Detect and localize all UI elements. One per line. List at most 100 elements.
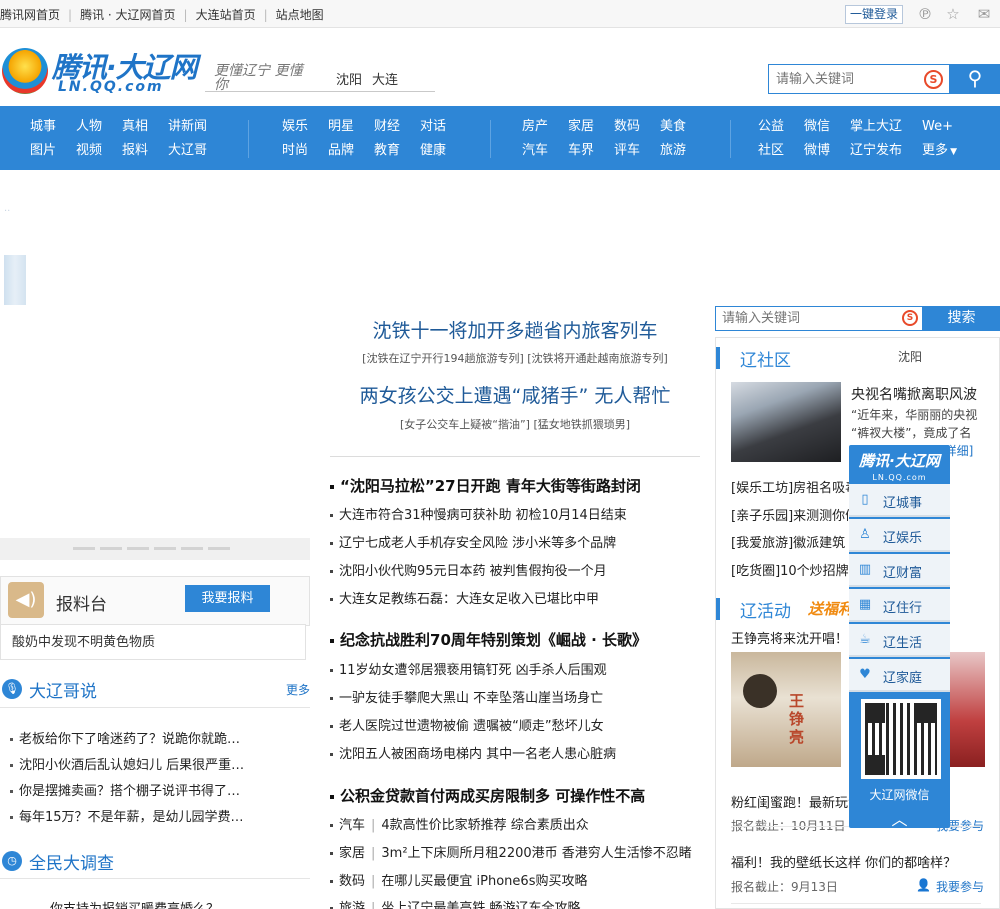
news-item[interactable]: 辽宁七成老人手机存安全风险 涉小米等多个品牌 <box>330 532 616 551</box>
survey-section-title[interactable]: 全民大调查 <box>29 849 114 874</box>
dlg-more-link[interactable]: 更多 <box>286 681 310 698</box>
login-button[interactable]: 一键登录 <box>845 5 903 24</box>
news-item[interactable]: 旅游 | 坐上辽宁最美高铁 畅游辽东全攻略 <box>330 897 581 909</box>
nav-item[interactable]: 掌上大辽 <box>850 115 902 134</box>
top-headline-2[interactable]: 两女孩公交上遭遇“咸猪手” 无人帮忙 <box>330 381 700 408</box>
banner-slider[interactable] <box>0 170 310 560</box>
star-icon[interactable]: ☆ <box>944 5 962 23</box>
concert-poster[interactable]: 王铮亮 <box>731 652 841 767</box>
mail-icon[interactable]: ✉ <box>975 5 993 23</box>
chevron-up-icon[interactable]: ︿ <box>849 806 950 830</box>
slider-dot[interactable] <box>181 547 203 550</box>
event-title[interactable]: 福利！我的壁纸长这样 你们的都啥样？ <box>731 852 956 871</box>
top-headline-2-related[interactable]: [女子公交车上疑被“揩油”] [猛女地铁抓猥琐男] <box>330 416 700 432</box>
top-link-daliao[interactable]: 腾讯 · 大辽网首页 <box>80 8 175 22</box>
header-search-input[interactable] <box>769 65 917 93</box>
news-item[interactable]: 大连女足教练石磊：大连女足收入已堪比中甲 <box>330 588 599 607</box>
slider-dot[interactable] <box>73 547 95 550</box>
nav-item[interactable]: 数码 <box>614 115 640 134</box>
nav-item[interactable]: 健康 <box>420 139 446 158</box>
news-item[interactable]: 老人医院过世遗物被偷 遗嘱被“顺走”愁坏儿女 <box>330 715 604 734</box>
widget-item-finance[interactable]: ▥ 辽财富 <box>849 554 950 587</box>
community-city[interactable]: 沈阳 <box>898 348 922 365</box>
news-item[interactable]: 沈阳五人被困商场电梯内 其中一名老人患心脏病 <box>330 743 616 762</box>
news-category[interactable]: 汽车 <box>339 818 365 833</box>
nav-item[interactable]: 家居 <box>568 115 594 134</box>
community-item[interactable]: [吃货圈]10个炒招牌菜 <box>731 560 862 579</box>
nav-item[interactable]: 品牌 <box>328 139 354 158</box>
widget-item-life[interactable]: ☕ 辽生活 <box>849 624 950 657</box>
nav-item[interactable]: 车界 <box>568 139 594 158</box>
top-link-sitemap[interactable]: 站点地图 <box>276 8 324 22</box>
city-shenyang[interactable]: 沈阳 <box>336 73 362 88</box>
list-item[interactable]: 老板给你下了啥迷药了？说跪你就跪… <box>10 728 240 747</box>
pin-icon[interactable]: ℗ <box>916 5 934 23</box>
top-headline-1-related[interactable]: [沈铁在辽宁开行194趟旅游专列] [沈铁将开通赴越南旅游专列] <box>330 350 700 366</box>
news-category[interactable]: 家居 <box>339 846 365 861</box>
nav-item[interactable]: 人物 <box>76 115 102 134</box>
nav-item[interactable]: 微信 <box>804 115 830 134</box>
nav-item[interactable]: 汽车 <box>522 139 548 158</box>
nav-item[interactable]: 图片 <box>30 139 56 158</box>
community-headline[interactable]: 央视名嘴掀离职风波 <box>851 384 977 404</box>
nav-item[interactable]: 报料 <box>122 139 148 158</box>
nav-item[interactable]: 微博 <box>804 139 830 158</box>
widget-item-city[interactable]: ▯ 辽城事 <box>849 484 950 517</box>
sidebar-search-input[interactable] <box>716 307 896 330</box>
sidebar-search-button[interactable]: 搜索 <box>923 306 1000 331</box>
nav-item[interactable]: 明星 <box>328 115 354 134</box>
nav-item[interactable]: 美食 <box>660 115 686 134</box>
community-title[interactable]: 辽社区 <box>740 346 791 371</box>
widget-item-family[interactable]: ♥ 辽家庭 <box>849 659 950 692</box>
top-link-dalian[interactable]: 大连站首页 <box>196 8 256 22</box>
baoliao-latest-item[interactable]: 酸奶中发现不明黄色物质 <box>12 631 155 650</box>
city-dalian[interactable]: 大连 <box>372 73 398 88</box>
nav-item[interactable]: 城事 <box>30 115 56 134</box>
news-item[interactable]: 数码 | 在哪儿买最便宜 iPhone6s购买攻略 <box>330 870 587 889</box>
widget-item-housing[interactable]: ▦ 辽住行 <box>849 589 950 622</box>
activity-title[interactable]: 辽活动 <box>740 597 791 622</box>
news-category[interactable]: 数码 <box>339 874 365 889</box>
news-item[interactable]: 一驴友徒手攀爬大黑山 不幸坠落山崖当场身亡 <box>330 687 603 706</box>
nav-item[interactable]: 大辽哥 <box>168 139 207 158</box>
news-headline[interactable]: 纪念抗战胜利70周年特别策划《崛战 · 长歌》 <box>330 629 647 650</box>
news-category[interactable]: 旅游 <box>339 901 365 909</box>
join-button[interactable]: 我要参与 <box>936 878 984 895</box>
nav-item[interactable]: 社区 <box>758 139 784 158</box>
top-link-tencent[interactable]: 腾讯网首页 <box>0 8 60 22</box>
slider-dot[interactable] <box>154 547 176 550</box>
concert-poster-2[interactable] <box>950 652 985 767</box>
list-item[interactable]: 你是摆摊卖画？搭个棚子说评书得了… <box>10 780 240 799</box>
survey-item[interactable]: 你支持为报销买暖费高婚么？ <box>50 898 219 909</box>
slider-dot[interactable] <box>100 547 122 550</box>
news-item[interactable]: 汽车 | 4款高性价比家轿推荐 综合素质出众 <box>330 814 589 833</box>
nav-item[interactable]: 房产 <box>522 115 548 134</box>
nav-item[interactable]: 辽宁发布 <box>850 139 902 158</box>
nav-item[interactable]: 评车 <box>614 139 640 158</box>
nav-item[interactable]: We+ <box>922 119 953 134</box>
dlg-section-title[interactable]: 大辽哥说 <box>29 677 97 702</box>
news-item[interactable]: 家居 | 3m²上下床厕所月租2200港币 香港穷人生活惨不忍睹 <box>330 842 692 861</box>
nav-item[interactable]: 讲新闻 <box>168 115 207 134</box>
report-button[interactable]: 我要报料 <box>185 585 270 612</box>
nav-item-more[interactable]: 更多 <box>922 139 948 158</box>
nav-item[interactable]: 真相 <box>122 115 148 134</box>
news-headline[interactable]: 公积金贷款首付两成买房限制多 可操作性不高 <box>330 785 645 806</box>
nav-item[interactable]: 教育 <box>374 139 400 158</box>
news-item[interactable]: 大连市符合31种慢病可获补助 初检10月14日结束 <box>330 504 627 523</box>
news-item[interactable]: 沈阳小伙代购95元日本药 被判售假拘役一个月 <box>330 560 607 579</box>
nav-item[interactable]: 时尚 <box>282 139 308 158</box>
logo-icon[interactable] <box>2 48 48 94</box>
nav-item[interactable]: 视频 <box>76 139 102 158</box>
nav-item[interactable]: 娱乐 <box>282 115 308 134</box>
nav-item[interactable]: 公益 <box>758 115 784 134</box>
nav-item[interactable]: 财经 <box>374 115 400 134</box>
news-item[interactable]: 11岁幼女遭邻居猥亵用镐钉死 凶手杀人后围观 <box>330 659 607 678</box>
top-headline-1[interactable]: 沈铁十一将加开多趟省内旅客列车 <box>330 316 700 343</box>
nav-item[interactable]: 旅游 <box>660 139 686 158</box>
slider-dot[interactable] <box>208 547 230 550</box>
news-headline[interactable]: “沈阳马拉松”27日开跑 青年大街等街路封闭 <box>330 475 641 496</box>
header-search-button[interactable]: ⚲ <box>950 64 1000 94</box>
community-photo[interactable] <box>731 382 841 462</box>
slider-dot[interactable] <box>127 547 149 550</box>
